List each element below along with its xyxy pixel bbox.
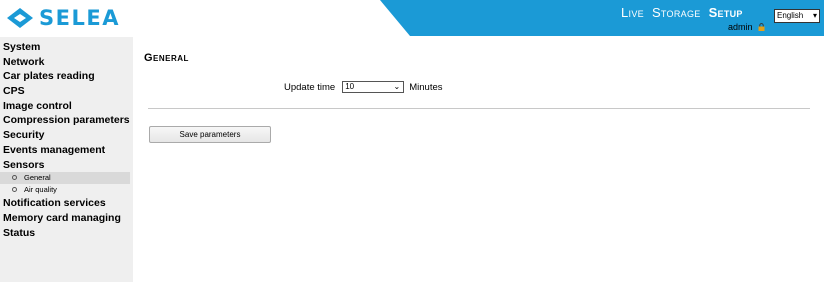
chevron-down-icon: ⌄	[393, 82, 401, 91]
top-nav: Live Storage Setup	[621, 5, 743, 20]
bullet-icon	[12, 186, 17, 192]
sidebar-item-memory-card-managing[interactable]: Memory card managing	[0, 211, 133, 226]
sidebar-item-network[interactable]: Network	[0, 55, 133, 70]
sidebar-item-car-plates-reading[interactable]: Car plates reading	[0, 69, 133, 84]
lock-icon[interactable]	[758, 23, 765, 31]
sidebar-item-notification-services[interactable]: Notification services	[0, 196, 133, 211]
sidebar: System Network Car plates reading CPS Im…	[0, 37, 133, 282]
save-parameters-button[interactable]: Save parameters	[149, 126, 271, 143]
logo-text: SELEA	[39, 6, 120, 30]
sidebar-item-events-management[interactable]: Events management	[0, 143, 133, 158]
update-time-label: Update time	[284, 81, 336, 93]
logo: SELEA	[6, 5, 120, 31]
page-title: General	[144, 52, 189, 64]
logo-diamond-icon	[7, 8, 33, 28]
sidebar-item-cps[interactable]: CPS	[0, 84, 133, 99]
update-time-value: 10	[345, 82, 355, 91]
sidebar-subitem-general[interactable]: General	[0, 172, 130, 185]
nav-storage[interactable]: Storage	[652, 5, 701, 20]
sidebar-item-compression-parameters[interactable]: Compression parameters	[0, 113, 133, 128]
sidebar-item-status[interactable]: Status	[0, 226, 133, 241]
username: admin	[728, 22, 753, 32]
sidebar-item-image-control[interactable]: Image control	[0, 99, 133, 114]
divider	[148, 108, 810, 109]
subitem-label: Air quality	[24, 185, 57, 195]
sidebar-item-security[interactable]: Security	[0, 128, 133, 143]
language-value: English	[777, 11, 804, 20]
sidebar-subitem-air-quality[interactable]: Air quality	[0, 184, 133, 196]
sidebar-item-sensors[interactable]: Sensors	[0, 158, 133, 173]
chevron-down-icon: ▾	[812, 11, 817, 20]
nav-live[interactable]: Live	[621, 5, 644, 20]
subitem-label: General	[24, 173, 51, 183]
update-time-select[interactable]: 10 ⌄	[342, 81, 405, 93]
unit-label: Minutes	[409, 81, 443, 93]
language-select[interactable]: English ▾	[774, 9, 820, 23]
header: SELEA Live Storage Setup English ▾ admin	[0, 0, 824, 36]
nav-setup[interactable]: Setup	[709, 5, 743, 20]
sidebar-item-system[interactable]: System	[0, 40, 133, 55]
bullet-icon	[12, 174, 17, 180]
user-info: admin	[728, 22, 765, 32]
update-time-row: Update time 10 ⌄ Minutes	[284, 81, 443, 93]
